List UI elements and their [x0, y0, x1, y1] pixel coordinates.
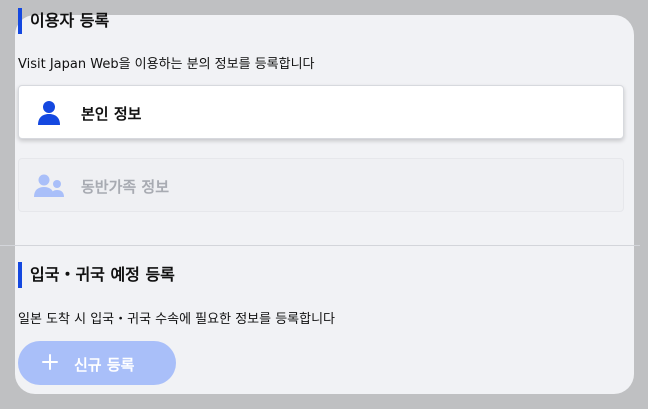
entry-registration-title: 입국・귀국 예정 등록 — [18, 262, 175, 288]
person-icon — [38, 101, 60, 125]
new-registration-button[interactable]: 신규 등록 — [18, 341, 176, 385]
family-info-card[interactable]: 동반가족 정보 — [18, 158, 624, 212]
new-registration-label: 신규 등록 — [74, 356, 135, 374]
self-info-card[interactable]: 본인 정보 — [18, 85, 624, 139]
self-info-label: 본인 정보 — [81, 105, 142, 123]
user-registration-description: Visit Japan Web을 이용하는 분의 정보를 등록합니다 — [18, 57, 315, 72]
entry-registration-description: 일본 도착 시 입국・귀국 수속에 필요한 정보를 등록합니다 — [18, 312, 336, 327]
family-info-label: 동반가족 정보 — [81, 178, 170, 196]
user-registration-title: 이용자 등록 — [18, 8, 109, 34]
plus-icon — [40, 352, 60, 372]
section-divider — [0, 245, 640, 246]
family-icon — [34, 174, 64, 197]
